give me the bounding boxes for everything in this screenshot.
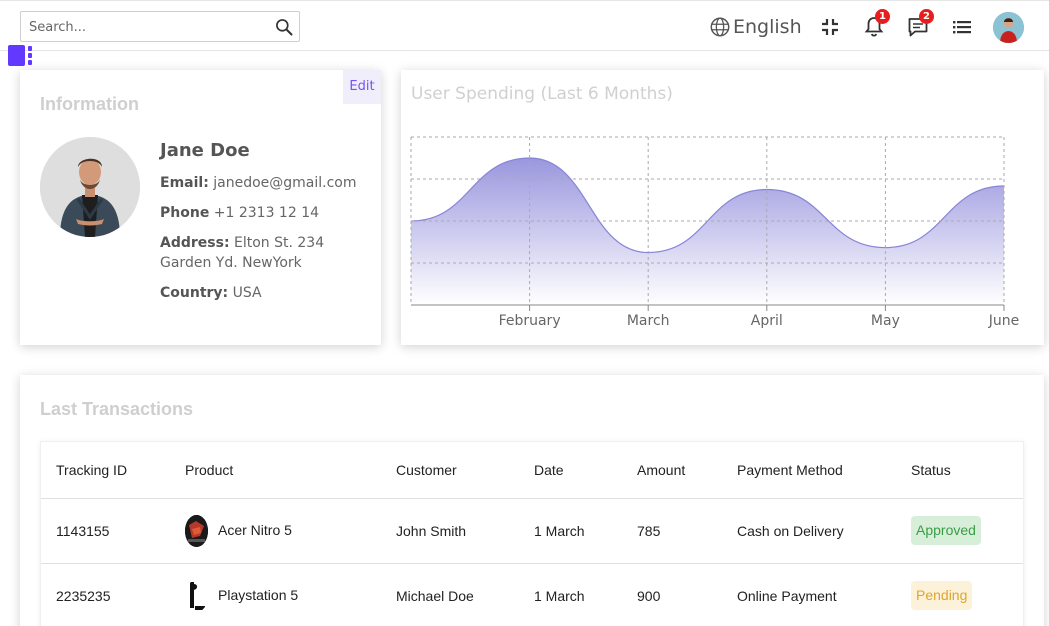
table-row[interactable]: 1143155 Acer Nitro 5 John Smith 1 March … bbox=[41, 499, 1023, 564]
sidebar-toggle-square bbox=[8, 45, 25, 66]
phone-label: Phone bbox=[160, 205, 210, 221]
header-product[interactable]: Product bbox=[185, 462, 233, 478]
notifications-badge: 1 bbox=[875, 9, 890, 24]
product-name: Playstation 5 bbox=[218, 587, 299, 603]
search-box bbox=[20, 11, 300, 42]
tracking-id: 2235235 bbox=[56, 588, 111, 604]
list-menu-icon[interactable] bbox=[950, 15, 974, 39]
messages-button[interactable]: 2 bbox=[906, 9, 934, 39]
country-value: USA bbox=[232, 285, 262, 301]
transactions-card: Last Transactions Tracking ID Product Cu… bbox=[20, 375, 1044, 626]
status-badge: Pending bbox=[911, 581, 973, 610]
address-label: Address: bbox=[160, 235, 230, 251]
email-value: janedoe@gmail.com bbox=[213, 175, 357, 191]
country-label: Country: bbox=[160, 285, 229, 301]
header-customer[interactable]: Customer bbox=[396, 462, 457, 478]
spending-area-chart: February March April May June bbox=[410, 136, 1020, 329]
information-card: Information Edit Jane Doe Email: janedoe… bbox=[20, 70, 381, 345]
customer-name: John Smith bbox=[396, 523, 467, 539]
header-amount[interactable]: Amount bbox=[637, 462, 685, 478]
avatar-image bbox=[993, 12, 1024, 43]
language-selector[interactable]: English bbox=[709, 15, 802, 39]
search-input[interactable] bbox=[29, 17, 269, 37]
x-tick-label: February bbox=[499, 313, 561, 329]
transactions-title: Last Transactions bbox=[40, 399, 194, 419]
payment-method: Online Payment bbox=[737, 588, 837, 604]
sidebar-toggle-dot bbox=[28, 53, 32, 58]
globe-icon bbox=[710, 17, 730, 37]
transaction-amount: 785 bbox=[637, 523, 661, 539]
user-avatar[interactable] bbox=[993, 12, 1024, 43]
information-title: Information bbox=[40, 94, 139, 114]
header-tracking-id[interactable]: Tracking ID bbox=[56, 462, 127, 478]
product-thumbnail bbox=[185, 580, 208, 612]
status-badge: Approved bbox=[911, 516, 981, 545]
tracking-id: 1143155 bbox=[56, 523, 110, 539]
x-tick-label: April bbox=[751, 313, 783, 329]
address-line2: Garden Yd. NewYork bbox=[160, 255, 302, 271]
x-tick-label: June bbox=[988, 313, 1020, 329]
transaction-date: 1 March bbox=[534, 588, 585, 604]
user-name: Jane Doe bbox=[160, 140, 250, 161]
email-label: Email: bbox=[160, 175, 209, 191]
address-row: Address: Elton St. 234 bbox=[160, 235, 324, 251]
header-payment-method[interactable]: Payment Method bbox=[737, 462, 843, 478]
table-row[interactable]: 2235235 Playstation 5 Michael Doe 1 Marc… bbox=[41, 564, 1023, 626]
x-tick-label: March bbox=[627, 313, 670, 329]
transactions-table: Tracking ID Product Customer Date Amount… bbox=[40, 441, 1024, 626]
profile-photo bbox=[40, 137, 140, 237]
sidebar-toggle-dot bbox=[28, 60, 32, 65]
fullscreen-exit-icon[interactable] bbox=[818, 15, 842, 39]
customer-name: Michael Doe bbox=[396, 588, 474, 604]
address-row-2: Garden Yd. NewYork bbox=[160, 255, 302, 271]
console-image bbox=[185, 580, 208, 612]
country-row: Country: USA bbox=[160, 285, 262, 301]
x-tick-label: May bbox=[871, 313, 900, 329]
header-date[interactable]: Date bbox=[534, 462, 564, 478]
laptop-image bbox=[185, 515, 208, 547]
search-icon[interactable] bbox=[274, 17, 294, 37]
table-header-row: Tracking ID Product Customer Date Amount… bbox=[41, 442, 1023, 499]
notifications-button[interactable]: 1 bbox=[862, 9, 890, 39]
transaction-date: 1 March bbox=[534, 523, 585, 539]
address-line1: Elton St. 234 bbox=[234, 235, 325, 251]
sidebar-toggle-dot bbox=[28, 46, 32, 51]
sidebar-toggle[interactable] bbox=[8, 45, 34, 66]
transaction-amount: 900 bbox=[637, 588, 661, 604]
product-name: Acer Nitro 5 bbox=[218, 522, 292, 538]
phone-row: Phone +1 2313 12 14 bbox=[160, 205, 319, 221]
edit-button[interactable]: Edit bbox=[343, 70, 381, 104]
product-thumbnail bbox=[185, 515, 208, 547]
payment-method: Cash on Delivery bbox=[737, 523, 844, 539]
language-label: English bbox=[733, 16, 802, 38]
header-status[interactable]: Status bbox=[911, 462, 951, 478]
spending-chart-card: User Spending (Last 6 Months) February Ma… bbox=[401, 70, 1044, 345]
email-row: Email: janedoe@gmail.com bbox=[160, 175, 357, 191]
profile-image bbox=[40, 137, 140, 237]
top-navbar: English 1 2 bbox=[0, 0, 1049, 51]
area-fill bbox=[411, 158, 1004, 305]
phone-value: +1 2313 12 14 bbox=[213, 205, 320, 221]
messages-badge: 2 bbox=[919, 9, 934, 24]
